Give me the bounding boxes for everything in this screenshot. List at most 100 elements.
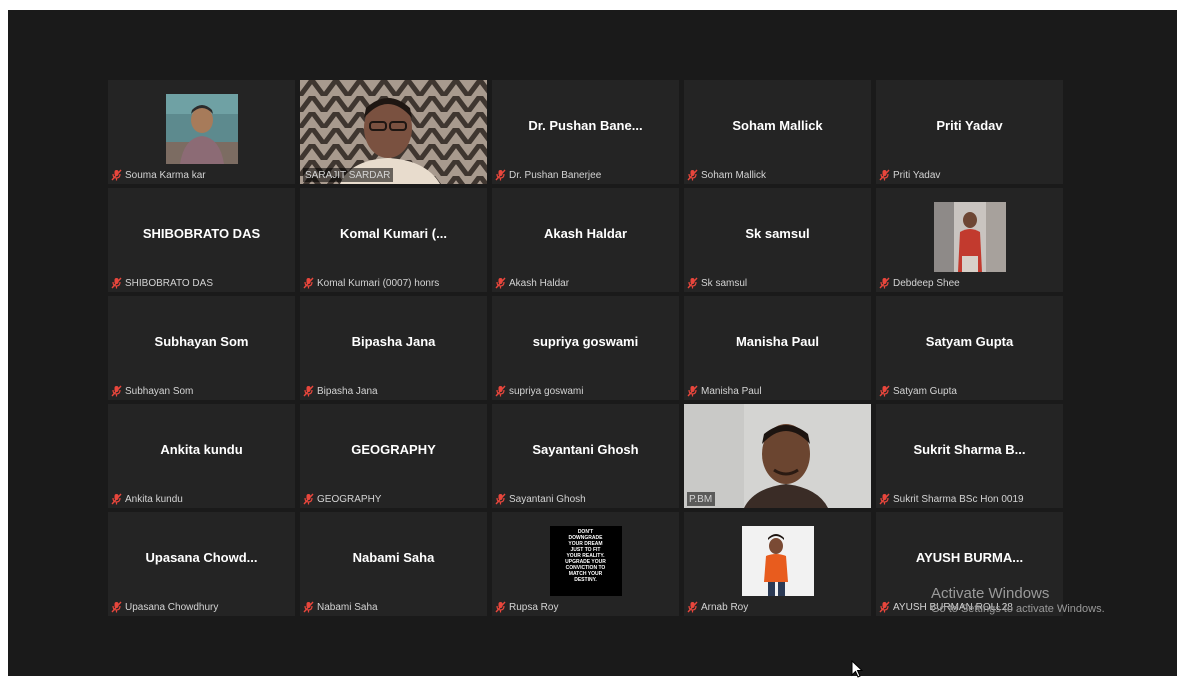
muted-mic-icon: [879, 277, 890, 289]
profile-photo: [741, 526, 814, 596]
display-name: Dr. Pushan Bane...: [528, 118, 643, 133]
participant-label: Arnab Roy: [687, 600, 748, 614]
participant-label: Souma Karma kar: [111, 168, 206, 182]
participant-label: Dr. Pushan Banerjee: [495, 168, 601, 182]
participant-label: Priti Yadav: [879, 168, 940, 182]
display-name: Soham Mallick: [732, 118, 823, 133]
participant-name: Satyam Gupta: [893, 385, 957, 397]
participant-label: Ankita kundu: [111, 492, 183, 506]
participant-name: Akash Haldar: [509, 277, 570, 289]
display-name: Nabami Saha: [352, 550, 435, 565]
participant-name: Arnab Roy: [701, 601, 749, 613]
participant-label: Satyam Gupta: [879, 384, 957, 398]
participant-label: SARAJIT SARDAR: [303, 168, 394, 182]
participant-name: Debdeep Shee: [893, 277, 960, 289]
participant-name: Manisha Paul: [701, 385, 762, 397]
mouse-cursor-icon: [851, 659, 864, 683]
participant-label: Upasana Chowdhury: [111, 600, 218, 614]
participant-label: Debdeep Shee: [879, 276, 960, 290]
muted-mic-icon: [303, 601, 314, 613]
participant-label: Komal Kumari (0007) honrs: [303, 276, 439, 290]
muted-mic-icon: [687, 277, 698, 289]
participant-name: GEOGRAPHY: [317, 493, 382, 505]
display-name: SHIBOBRATO DAS: [142, 226, 261, 241]
participant-tile[interactable]: Ankita kundu Ankita kundu: [108, 404, 295, 508]
participant-tile[interactable]: Debdeep Shee: [876, 188, 1063, 292]
participant-tile[interactable]: Arnab Roy: [684, 512, 871, 616]
participant-tile[interactable]: supriya goswami supriya goswami: [492, 296, 679, 400]
muted-mic-icon: [879, 169, 890, 181]
muted-mic-icon: [111, 277, 122, 289]
participant-name: Dr. Pushan Banerjee: [509, 169, 602, 181]
participant-name: Soham Mallick: [701, 169, 767, 181]
watermark-subtitle: Go to Settings to activate Windows.: [931, 602, 1105, 615]
participant-name: Komal Kumari (0007) honrs: [317, 277, 440, 289]
participant-label: Akash Haldar: [495, 276, 569, 290]
meeting-gallery-view: Souma Karma kar SARAJIT SARDAR Dr. Pusha…: [8, 10, 1177, 676]
participant-tile[interactable]: Nabami Saha Nabami Saha: [300, 512, 487, 616]
participant-tile[interactable]: SHIBOBRATO DAS SHIBOBRATO DAS: [108, 188, 295, 292]
participant-tile[interactable]: Souma Karma kar: [108, 80, 295, 184]
participant-name: SHIBOBRATO DAS: [125, 277, 213, 289]
muted-mic-icon: [687, 385, 698, 397]
profile-photo: [933, 202, 1006, 272]
participant-label: Subhayan Som: [111, 384, 193, 398]
muted-mic-icon: [495, 385, 506, 397]
watermark-title: Activate Windows: [931, 585, 1050, 602]
participant-tile[interactable]: Satyam Gupta Satyam Gupta: [876, 296, 1063, 400]
participant-tile[interactable]: Soham Mallick Soham Mallick: [684, 80, 871, 184]
participant-tile[interactable]: P.BM: [684, 404, 871, 508]
display-name: AYUSH BURMA...: [915, 550, 1024, 565]
participant-tile[interactable]: Subhayan Som Subhayan Som: [108, 296, 295, 400]
participant-label: Sayantani Ghosh: [495, 492, 586, 506]
muted-mic-icon: [687, 169, 698, 181]
display-name: Komal Kumari (...: [340, 226, 447, 241]
participant-label: SHIBOBRATO DAS: [111, 276, 213, 290]
display-name: Sayantani Ghosh: [532, 442, 639, 457]
participant-tile[interactable]: Komal Kumari (... Komal Kumari (0007) ho…: [300, 188, 487, 292]
participant-label: Soham Mallick: [687, 168, 766, 182]
muted-mic-icon: [879, 493, 890, 505]
participant-tile[interactable]: Priti Yadav Priti Yadav: [876, 80, 1063, 184]
participant-name: P.BM: [689, 493, 713, 505]
participant-name: Subhayan Som: [125, 385, 194, 397]
muted-mic-icon: [879, 601, 890, 613]
muted-mic-icon: [495, 601, 506, 613]
profile-photo-quote: DON'T DOWNGRADE YOUR DREAM JUST TO FIT Y…: [549, 526, 622, 596]
participant-tile[interactable]: Sukrit Sharma B... Sukrit Sharma BSc Hon…: [876, 404, 1063, 508]
display-name: supriya goswami: [532, 334, 639, 349]
display-name: Ankita kundu: [160, 442, 243, 457]
participant-label: GEOGRAPHY: [303, 492, 381, 506]
quote-line: DESTINY.: [574, 577, 597, 583]
participant-tile[interactable]: Upasana Chowd... Upasana Chowdhury: [108, 512, 295, 616]
active-speaker-tile[interactable]: SARAJIT SARDAR: [300, 80, 487, 184]
participant-name: Priti Yadav: [893, 169, 941, 181]
participant-name: Sukrit Sharma BSc Hon 0019: [893, 493, 1024, 505]
participant-tile[interactable]: GEOGRAPHY GEOGRAPHY: [300, 404, 487, 508]
muted-mic-icon: [303, 493, 314, 505]
participant-tile[interactable]: DON'T DOWNGRADE YOUR DREAM JUST TO FIT Y…: [492, 512, 679, 616]
participant-name: Souma Karma kar: [125, 169, 206, 181]
participant-label: Sk samsul: [687, 276, 747, 290]
muted-mic-icon: [111, 601, 122, 613]
participant-label: P.BM: [687, 492, 716, 506]
participant-tile[interactable]: Dr. Pushan Bane... Dr. Pushan Banerjee: [492, 80, 679, 184]
display-name: Upasana Chowd...: [145, 550, 258, 565]
participant-tile[interactable]: Sk samsul Sk samsul: [684, 188, 871, 292]
display-name: Satyam Gupta: [925, 334, 1014, 349]
participant-name: supriya goswami: [509, 385, 584, 397]
participant-name: Rupsa Roy: [509, 601, 559, 613]
participant-tile[interactable]: Sayantani Ghosh Sayantani Ghosh: [492, 404, 679, 508]
participant-label: supriya goswami: [495, 384, 583, 398]
participant-label: Sukrit Sharma BSc Hon 0019: [879, 492, 1024, 506]
participant-tile[interactable]: Bipasha Jana Bipasha Jana: [300, 296, 487, 400]
participant-tile[interactable]: Akash Haldar Akash Haldar: [492, 188, 679, 292]
display-name: Manisha Paul: [735, 334, 820, 349]
windows-activation-watermark: Activate Windows Go to Settings to activ…: [931, 585, 1105, 615]
participant-label: Rupsa Roy: [495, 600, 558, 614]
participant-name: Bipasha Jana: [317, 385, 378, 397]
participant-name: Upasana Chowdhury: [125, 601, 219, 613]
muted-mic-icon: [111, 169, 122, 181]
participant-tile[interactable]: Manisha Paul Manisha Paul: [684, 296, 871, 400]
participant-label: Bipasha Jana: [303, 384, 378, 398]
